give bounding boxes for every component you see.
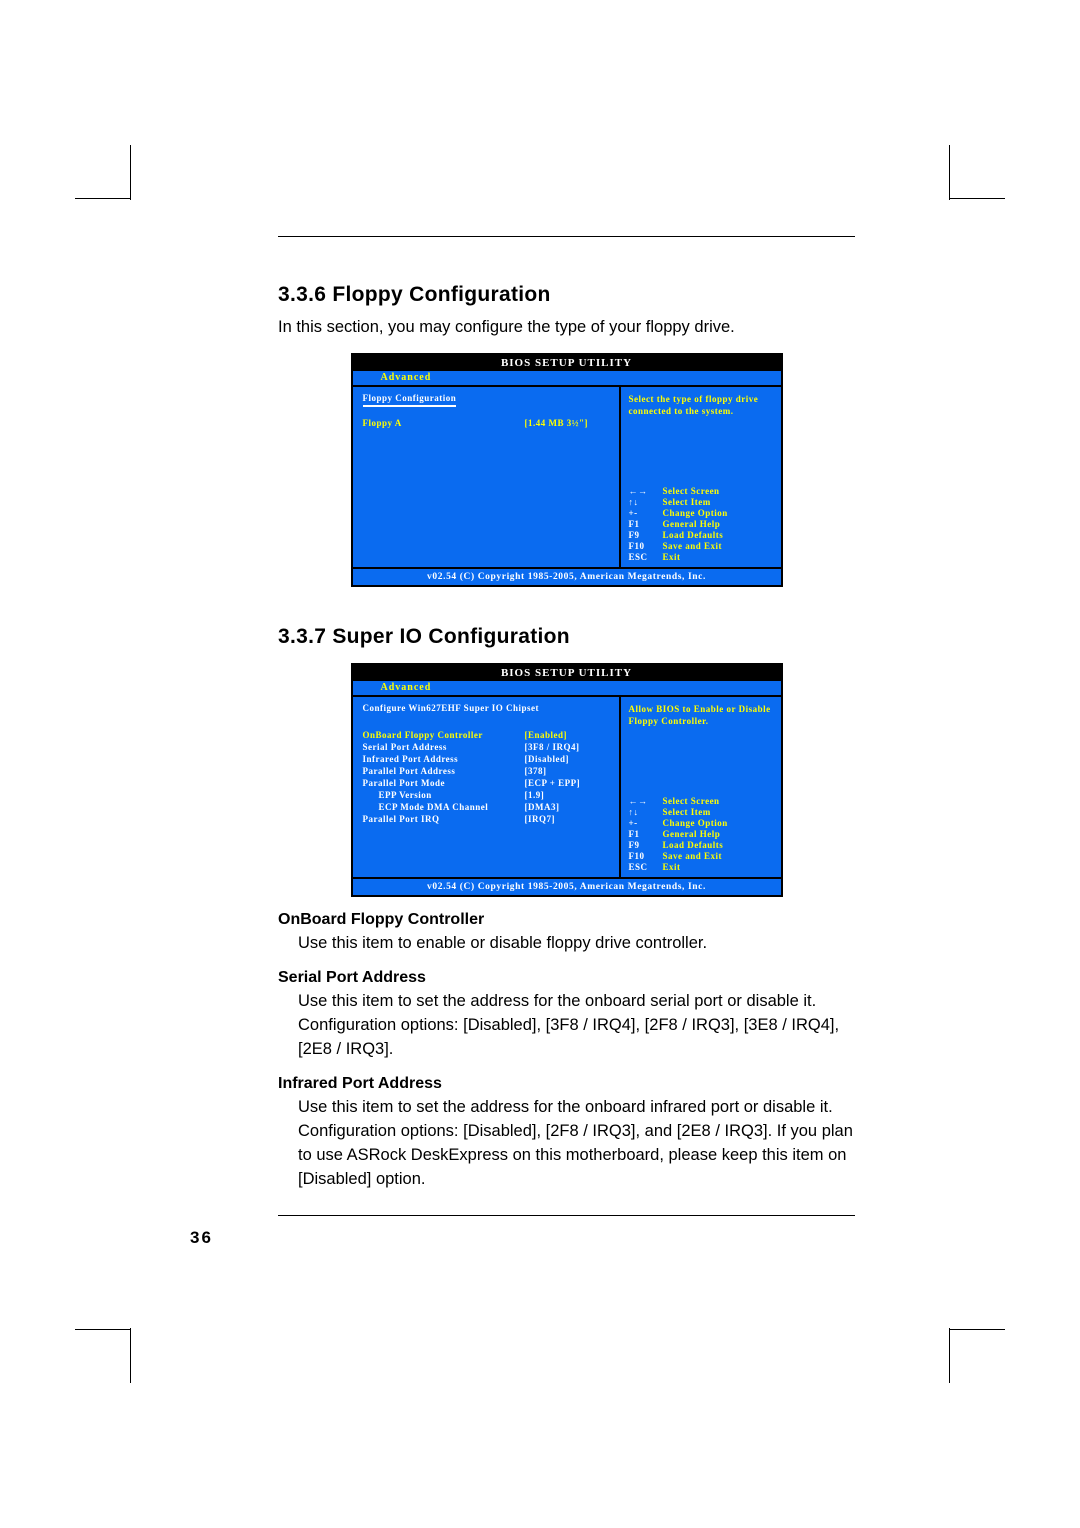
key-arrows-ud: ↑↓ — [629, 497, 663, 508]
superio-help-text: Allow BIOS to Enable or Disable Floppy C… — [629, 703, 775, 727]
floppy-config-title: Floppy Configuration — [363, 393, 457, 407]
bios-tab-advanced: Advanced — [381, 372, 432, 383]
key-plusminus: +- — [629, 508, 663, 519]
val-infrared-port: [Disabled] — [525, 753, 611, 765]
key-esc: ESC — [629, 552, 663, 563]
sub-onboard-floppy: OnBoard Floppy Controller — [278, 911, 855, 929]
key-plusminus-desc: Change Option — [663, 508, 728, 519]
val-parallel-mode: [ECP + EPP] — [525, 777, 611, 789]
bios-keys: ←→Select Screen ↑↓Select Item +-Change O… — [629, 486, 775, 563]
key-f10-desc: Save and Exit — [663, 541, 723, 552]
lbl-ecp-dma: ECP Mode DMA Channel — [363, 801, 525, 813]
key-esc-desc: Exit — [663, 552, 681, 563]
bios-keys-2: ←→Select Screen ↑↓Select Item +-Change O… — [629, 796, 775, 873]
key2-f1-desc: General Help — [663, 829, 721, 840]
key2-plusminus: +- — [629, 818, 663, 829]
row-parallel-addr[interactable]: Parallel Port Address[378] — [363, 765, 611, 777]
row-epp-version[interactable]: EPP Version[1.9] — [363, 789, 611, 801]
bios-footer: v02.54 (C) Copyright 1985-2005, American… — [353, 567, 781, 585]
key2-arrows-ud: ↑↓ — [629, 807, 663, 818]
lbl-epp-version: EPP Version — [363, 789, 525, 801]
val-onboard-floppy: [Enabled] — [525, 729, 611, 741]
bios-title: BIOS SETUP UTILITY — [353, 355, 781, 371]
key2-arrows-lr: ←→ — [629, 796, 663, 807]
key2-f1: F1 — [629, 829, 663, 840]
key2-plusminus-desc: Change Option — [663, 818, 728, 829]
key-arrows-lr: ←→ — [629, 486, 663, 497]
section-heading-336: 3.3.6 Floppy Configuration — [278, 283, 855, 307]
section-336-intro: In this section, you may configure the t… — [278, 315, 855, 339]
page-number: 36 — [190, 1228, 213, 1248]
val-serial-port: [3F8 / IRQ4] — [525, 741, 611, 753]
floppy-help-text: Select the type of floppy drive connecte… — [629, 393, 775, 417]
bios-menubar: Advanced — [353, 371, 781, 385]
key2-f9: F9 — [629, 840, 663, 851]
lbl-onboard-floppy: OnBoard Floppy Controller — [363, 729, 525, 741]
key-f9: F9 — [629, 530, 663, 541]
key-f10: F10 — [629, 541, 663, 552]
row-serial-port[interactable]: Serial Port Address[3F8 / IRQ4] — [363, 741, 611, 753]
key-f9-desc: Load Defaults — [663, 530, 724, 541]
val-ecp-dma: [DMA3] — [525, 801, 611, 813]
key-f1-desc: General Help — [663, 519, 721, 530]
row-ecp-dma[interactable]: ECP Mode DMA Channel[DMA3] — [363, 801, 611, 813]
row-onboard-floppy[interactable]: OnBoard Floppy Controller[Enabled] — [363, 729, 611, 741]
bios-title-2: BIOS SETUP UTILITY — [353, 665, 781, 681]
bios-superio-box: BIOS SETUP UTILITY Advanced Configure Wi… — [351, 663, 783, 897]
key-arrows-ud-desc: Select Item — [663, 497, 711, 508]
lbl-infrared-port: Infrared Port Address — [363, 753, 525, 765]
sub-infrared-port: Infrared Port Address — [278, 1075, 855, 1093]
val-parallel-irq: [IRQ7] — [525, 813, 611, 825]
sub-serial-port: Serial Port Address — [278, 969, 855, 987]
key2-arrows-ud-desc: Select Item — [663, 807, 711, 818]
key2-esc-desc: Exit — [663, 862, 681, 873]
floppy-a-label: Floppy A — [363, 417, 525, 429]
key2-f9-desc: Load Defaults — [663, 840, 724, 851]
key2-f10-desc: Save and Exit — [663, 851, 723, 862]
bios-floppy-box: BIOS SETUP UTILITY Advanced Floppy Confi… — [351, 353, 783, 587]
floppy-a-row[interactable]: Floppy A [1.44 MB 3½"] — [363, 417, 611, 429]
desc-serial-port: Use this item to set the address for the… — [298, 989, 855, 1061]
val-parallel-addr: [378] — [525, 765, 611, 777]
lbl-serial-port: Serial Port Address — [363, 741, 525, 753]
key2-arrows-lr-desc: Select Screen — [663, 796, 720, 807]
section-heading-337: 3.3.7 Super IO Configuration — [278, 625, 855, 649]
key-arrows-lr-desc: Select Screen — [663, 486, 720, 497]
val-epp-version: [1.9] — [525, 789, 611, 801]
lbl-parallel-irq: Parallel Port IRQ — [363, 813, 525, 825]
key2-f10: F10 — [629, 851, 663, 862]
desc-onboard-floppy: Use this item to enable or disable flopp… — [298, 931, 855, 955]
row-infrared-port[interactable]: Infrared Port Address[Disabled] — [363, 753, 611, 765]
lbl-parallel-addr: Parallel Port Address — [363, 765, 525, 777]
key2-esc: ESC — [629, 862, 663, 873]
bios-tab-advanced-2: Advanced — [381, 682, 432, 693]
desc-infrared-port: Use this item to set the address for the… — [298, 1095, 855, 1191]
bios-footer-2: v02.54 (C) Copyright 1985-2005, American… — [353, 877, 781, 895]
floppy-a-value: [1.44 MB 3½"] — [525, 417, 611, 429]
row-parallel-irq[interactable]: Parallel Port IRQ[IRQ7] — [363, 813, 611, 825]
lbl-parallel-mode: Parallel Port Mode — [363, 777, 525, 789]
superio-panel-title: Configure Win627EHF Super IO Chipset — [363, 703, 540, 715]
row-parallel-mode[interactable]: Parallel Port Mode[ECP + EPP] — [363, 777, 611, 789]
bios-menubar-2: Advanced — [353, 681, 781, 695]
key-f1: F1 — [629, 519, 663, 530]
